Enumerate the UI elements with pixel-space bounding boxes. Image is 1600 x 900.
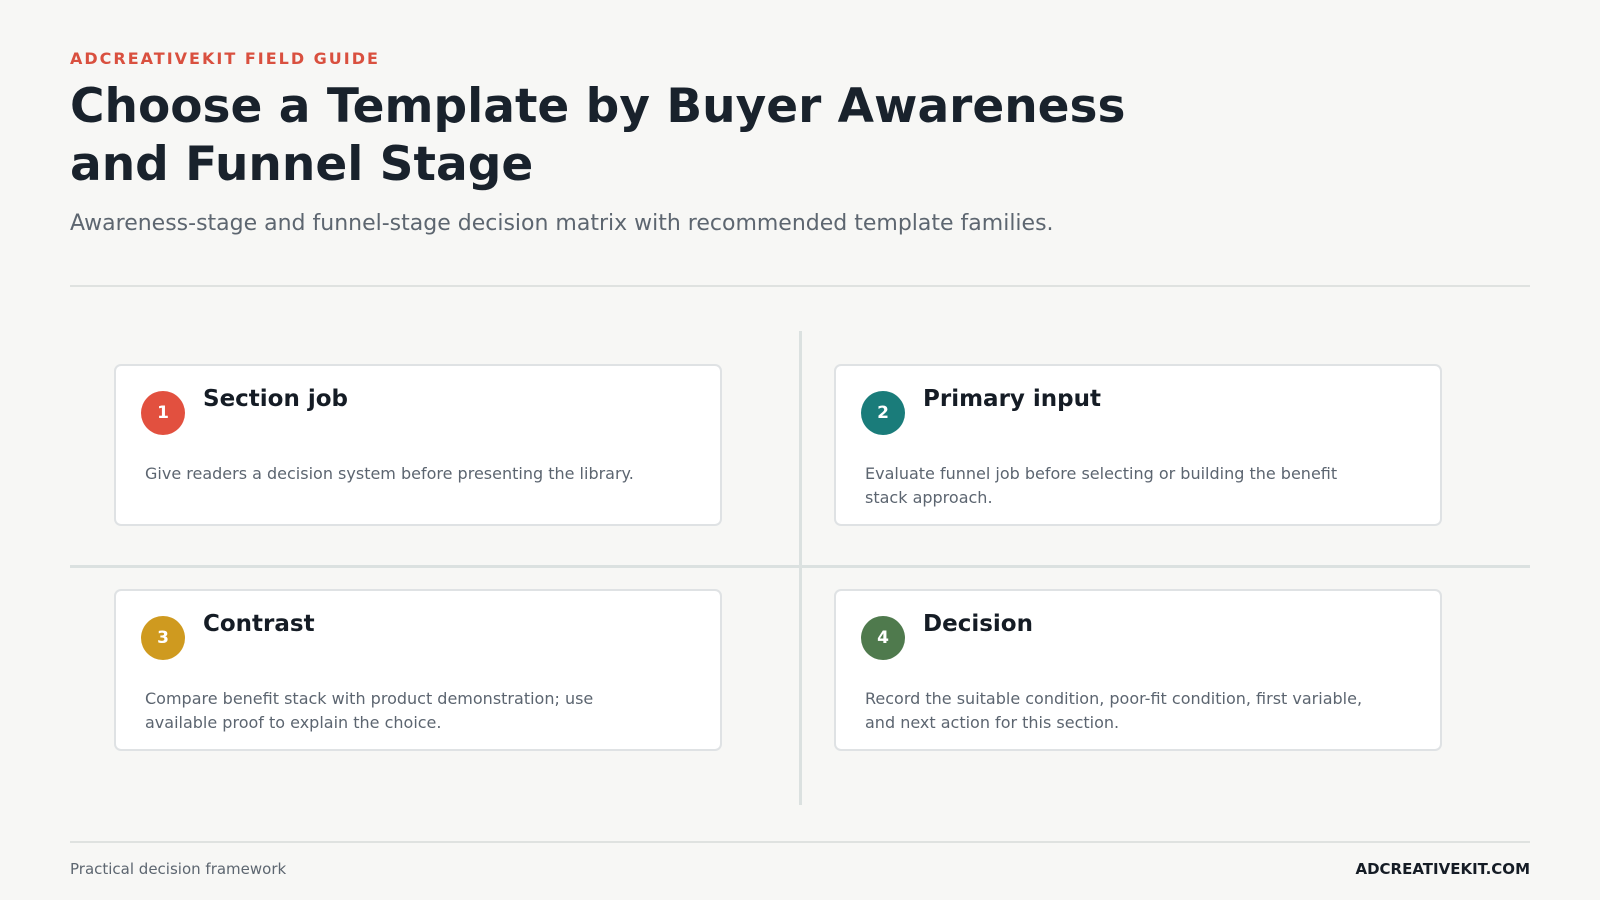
- card-body: Give readers a decision system before pr…: [145, 464, 634, 483]
- top-divider: [70, 285, 1530, 287]
- page-title: Choose a Template by Buyer Awareness and…: [70, 79, 1126, 192]
- card-section-job: 1 Section job Give readers a decision sy…: [114, 364, 722, 526]
- card-body: Evaluate funnel job before selecting or …: [865, 464, 1338, 507]
- card-title: Contrast: [203, 611, 315, 637]
- bottom-divider: [70, 841, 1530, 843]
- matrix-vertical-axis: [799, 331, 802, 805]
- card-primary-input: 2 Primary input Evaluate funnel job befo…: [834, 364, 1442, 526]
- card-title: Section job: [203, 386, 349, 412]
- footer-tagline: Practical decision framework: [70, 860, 287, 878]
- eyebrow-label: ADCREATIVEKIT FIELD GUIDE: [70, 49, 380, 68]
- page-subtitle: Awareness-stage and funnel-stage decisio…: [70, 211, 1054, 236]
- step-badge-3: 3: [141, 616, 185, 660]
- card-body: Compare benefit stack with product demon…: [145, 689, 594, 732]
- step-badge-2: 2: [861, 391, 905, 435]
- step-badge-4: 4: [861, 616, 905, 660]
- card-title: Primary input: [923, 386, 1102, 412]
- step-badge-1: 1: [141, 391, 185, 435]
- card-contrast: 3 Contrast Compare benefit stack with pr…: [114, 589, 722, 751]
- card-decision: 4 Decision Record the suitable condition…: [834, 589, 1442, 751]
- card-title: Decision: [923, 611, 1033, 637]
- footer-site-link[interactable]: ADCREATIVEKIT.COM: [1355, 860, 1530, 878]
- card-body: Record the suitable condition, poor-fit …: [865, 689, 1363, 732]
